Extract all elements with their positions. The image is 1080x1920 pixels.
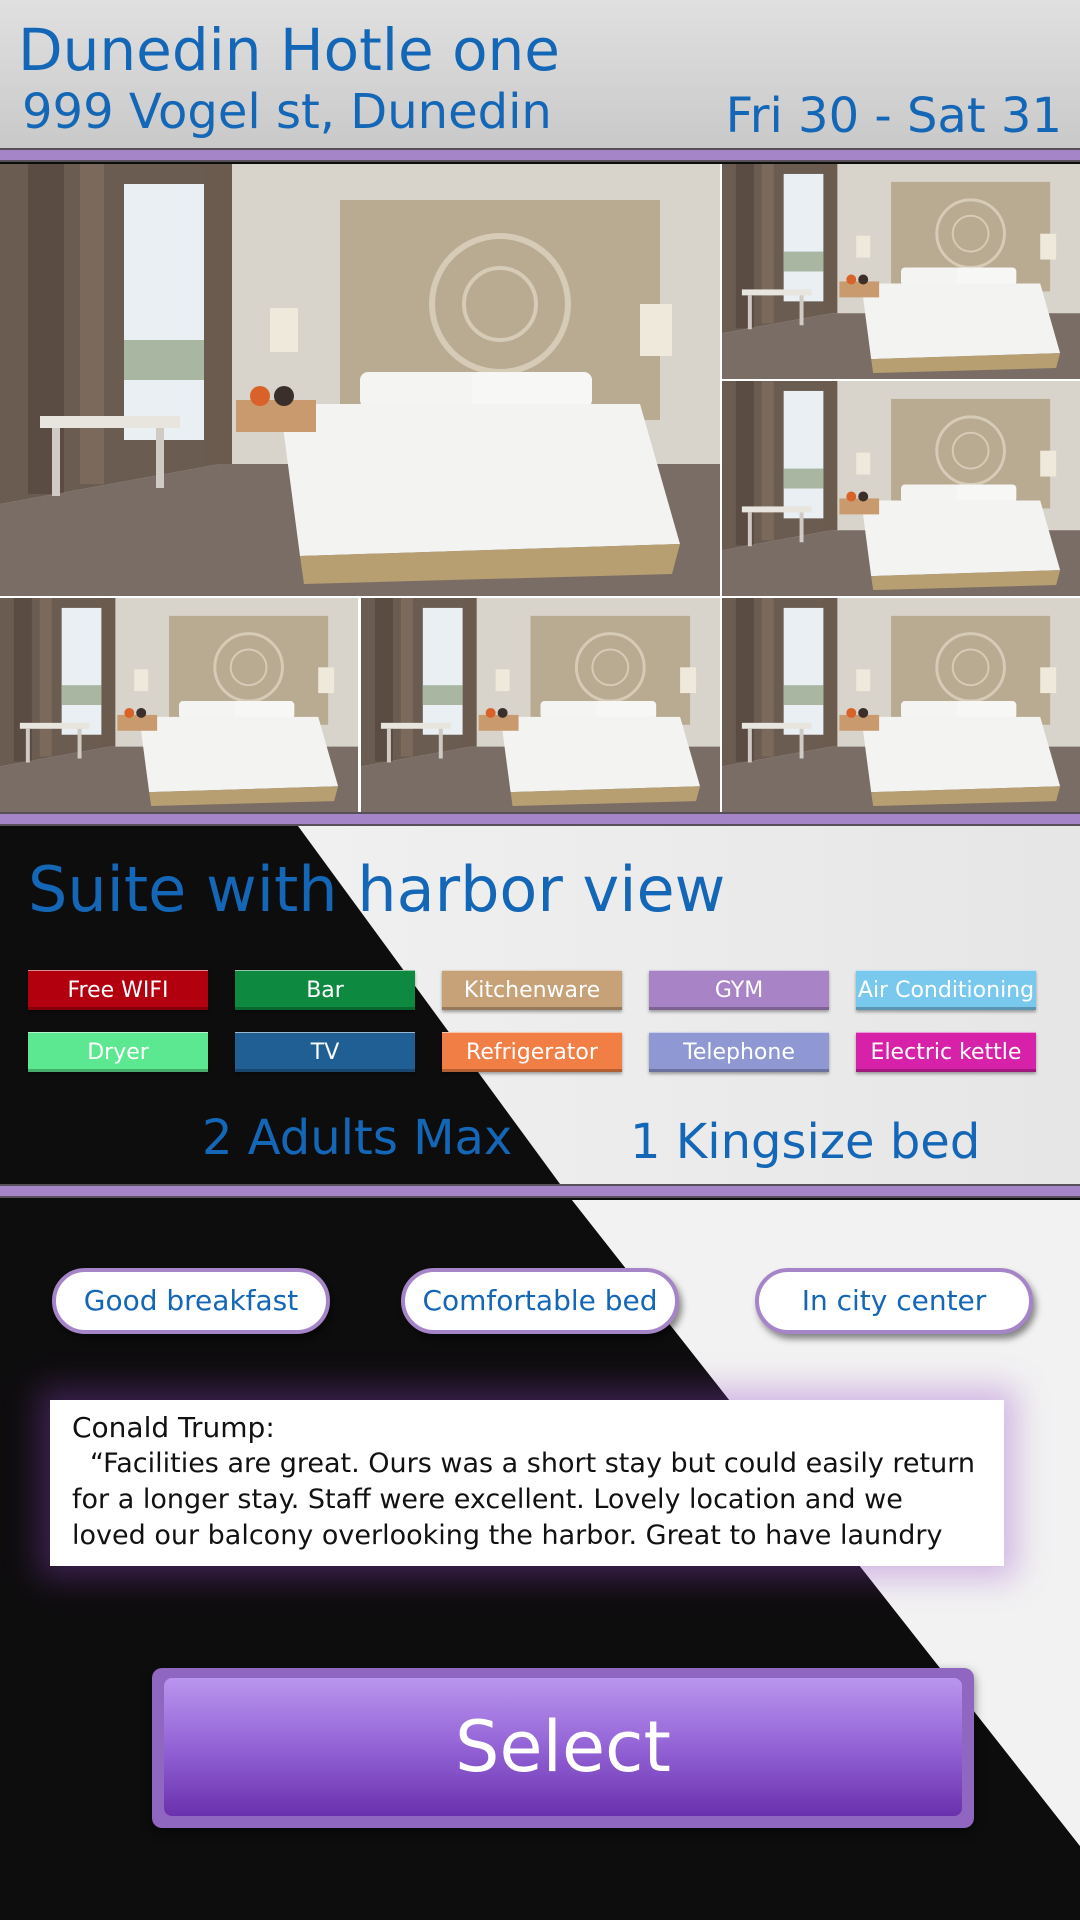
room-photo-image — [0, 598, 358, 812]
hotel-address: 999 Vogel st, Dunedin — [22, 84, 552, 140]
room-details: Suite with harbor view Free WIFI Bar Kit… — [0, 826, 1080, 1184]
room-photo-image — [722, 598, 1080, 812]
gallery-divider — [0, 812, 1080, 826]
room-photo-image — [722, 381, 1080, 596]
amenity-badge: TV — [235, 1032, 415, 1072]
room-photo-thumbnail[interactable] — [361, 598, 720, 812]
photo-gallery — [0, 164, 1080, 812]
room-photo-thumbnail[interactable] — [722, 381, 1080, 596]
stay-dates[interactable]: Fri 30 - Sat 31 — [726, 86, 1062, 146]
room-photo-thumbnail[interactable] — [0, 598, 358, 812]
review-card: Conald Trump: “Facilities are great. Our… — [50, 1400, 1004, 1566]
review-tag[interactable]: In city center — [755, 1268, 1033, 1334]
room-photo-image — [0, 164, 720, 596]
max-occupancy: 2 Adults Max — [202, 1110, 513, 1166]
header-divider — [0, 148, 1080, 162]
amenity-badge: Kitchenware — [442, 970, 622, 1010]
review-tag[interactable]: Comfortable bed — [401, 1268, 679, 1334]
amenity-badge: Electric kettle — [856, 1032, 1036, 1072]
amenity-badge: GYM — [649, 970, 829, 1010]
room-photo-thumbnail[interactable] — [722, 598, 1080, 812]
amenity-badge: Refrigerator — [442, 1032, 622, 1072]
reviews-section: Good breakfast Comfortable bed In city c… — [0, 1200, 1080, 1920]
details-divider — [0, 1184, 1080, 1198]
main-room-photo[interactable] — [0, 164, 720, 596]
amenity-badge: Bar — [235, 970, 415, 1010]
amenity-badge: Dryer — [28, 1032, 208, 1072]
amenity-badge: Free WIFI — [28, 970, 208, 1010]
review-tag[interactable]: Good breakfast — [52, 1268, 330, 1334]
amenity-badge: Air Conditioning — [856, 970, 1036, 1010]
room-photo-image — [722, 164, 1080, 379]
reviewer-name: Conald Trump: — [72, 1411, 275, 1444]
review-text: “Facilities are great. Ours was a short … — [72, 1448, 975, 1551]
room-photo-thumbnail[interactable] — [722, 164, 1080, 379]
hotel-header: Dunedin Hotle one 999 Vogel st, Dunedin … — [0, 0, 1080, 148]
amenity-badge: Telephone — [649, 1032, 829, 1072]
hotel-name: Dunedin Hotle one — [18, 16, 560, 84]
select-button-frame: Select — [152, 1668, 974, 1828]
room-title: Suite with harbor view — [28, 853, 726, 926]
room-photo-image — [361, 598, 720, 812]
bed-type: 1 Kingsize bed — [630, 1114, 981, 1170]
select-button[interactable]: Select — [164, 1678, 962, 1816]
